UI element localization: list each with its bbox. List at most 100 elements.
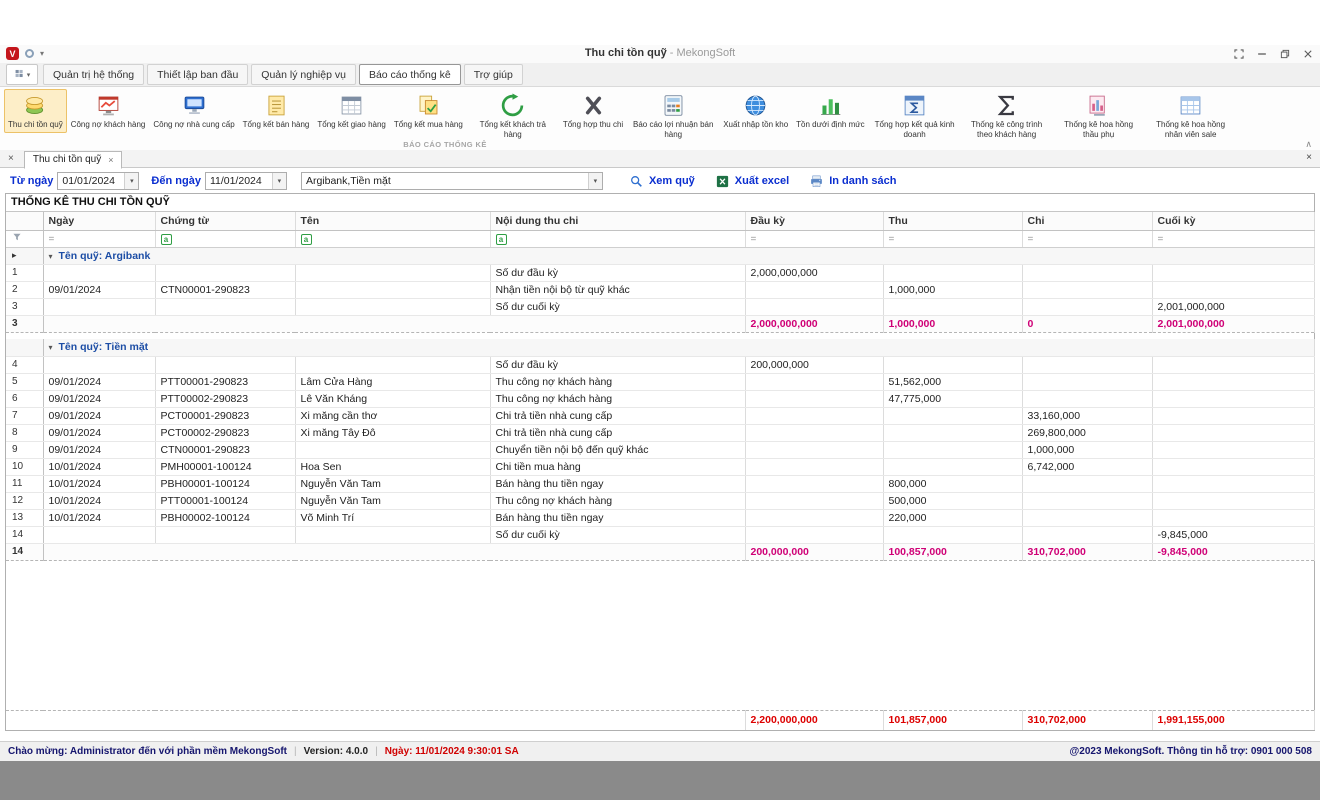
cell-chi[interactable]: 269,800,000 xyxy=(1022,424,1152,441)
cell-cuoiky[interactable]: -9,845,000 xyxy=(1152,526,1314,543)
ribbon-item-tong-ket-mua-hang[interactable]: Tổng kết mua hàng xyxy=(390,89,467,133)
tabbar-close-button[interactable]: × xyxy=(1306,153,1312,163)
ribbon-item-xuat-nhap-ton-kho[interactable]: Xuất nhập tồn kho xyxy=(719,89,792,133)
cell-ngay[interactable] xyxy=(43,264,155,281)
filter-cell-ngay[interactable]: = xyxy=(43,230,155,247)
cell-chungtu[interactable]: PMH00001-100124 xyxy=(155,458,295,475)
cell-dauky[interactable] xyxy=(745,281,883,298)
cell-thu[interactable]: 500,000 xyxy=(883,492,1022,509)
cell-ten[interactable] xyxy=(295,356,490,373)
cell-ngay[interactable]: 09/01/2024 xyxy=(43,407,155,424)
row-number[interactable]: 7 xyxy=(6,407,43,424)
fullscreen-button[interactable] xyxy=(1232,47,1246,61)
cell-dauky[interactable] xyxy=(745,390,883,407)
cell-dauky[interactable] xyxy=(745,424,883,441)
cell-ngay[interactable]: 09/01/2024 xyxy=(43,373,155,390)
ribbon-item-cong-no-nha-cung-cap[interactable]: Công nợ nhà cung cấp xyxy=(149,89,238,133)
row-number[interactable]: 11 xyxy=(6,475,43,492)
cell-cuoiky[interactable] xyxy=(1152,441,1314,458)
cell-dauky[interactable] xyxy=(745,441,883,458)
cell-ten[interactable]: Nguyễn Văn Tam xyxy=(295,475,490,492)
cell-ngay[interactable] xyxy=(43,298,155,315)
cell-chungtu[interactable]: PBH00001-100124 xyxy=(155,475,295,492)
filter-cell-dauky[interactable]: = xyxy=(745,230,883,247)
chevron-down-icon[interactable]: ▾ xyxy=(272,173,286,189)
filter-cell-cuoiky[interactable]: = xyxy=(1152,230,1314,247)
close-icon[interactable]: × xyxy=(108,155,113,165)
column-header-chungtu[interactable]: Chứng từ xyxy=(155,212,295,230)
cell-ten[interactable]: Nguyễn Văn Tam xyxy=(295,492,490,509)
close-button[interactable] xyxy=(1301,47,1315,61)
minimize-button[interactable] xyxy=(1255,47,1269,61)
cell-dauky[interactable]: 200,000,000 xyxy=(745,356,883,373)
ribbon-item-tong-ket-ban-hang[interactable]: Tổng kết bán hàng xyxy=(239,89,314,133)
row-number[interactable]: 9 xyxy=(6,441,43,458)
cell-dauky[interactable] xyxy=(745,458,883,475)
cell-thu[interactable] xyxy=(883,356,1022,373)
cell-chi[interactable] xyxy=(1022,492,1152,509)
cell-noidung[interactable]: Thu công nợ khách hàng xyxy=(490,492,745,509)
cell-chungtu[interactable] xyxy=(155,298,295,315)
cell-noidung[interactable]: Thu công nợ khách hàng xyxy=(490,390,745,407)
ribbon-item-thu-chi-ton-quy[interactable]: Thu chi tồn quỹ xyxy=(4,89,67,133)
column-header-cuoiky[interactable]: Cuối kỳ xyxy=(1152,212,1314,230)
cell-cuoiky[interactable] xyxy=(1152,373,1314,390)
cell-cuoiky[interactable] xyxy=(1152,509,1314,526)
cell-ten[interactable] xyxy=(295,298,490,315)
chevron-down-icon[interactable]: ▾ xyxy=(124,173,138,189)
ribbon-item-ton-duoi-dinh-muc[interactable]: Tồn dưới định mức xyxy=(792,89,868,133)
cell-noidung[interactable]: Bán hàng thu tiền ngay xyxy=(490,475,745,492)
cell-chungtu[interactable] xyxy=(155,356,295,373)
row-number[interactable]: 12 xyxy=(6,492,43,509)
cell-ngay[interactable]: 10/01/2024 xyxy=(43,492,155,509)
from-date-input[interactable]: 01/01/2024 ▾ xyxy=(57,172,139,190)
cell-ngay[interactable]: 09/01/2024 xyxy=(43,441,155,458)
cell-dauky[interactable] xyxy=(745,407,883,424)
cell-chungtu[interactable]: PTT00001-290823 xyxy=(155,373,295,390)
cell-ten[interactable] xyxy=(295,264,490,281)
doc-tab-thu-chi-ton-quy[interactable]: Thu chi tồn quỹ × xyxy=(24,151,123,169)
filter-cell-ten[interactable]: a xyxy=(295,230,490,247)
cell-ten[interactable]: Xi măng cần thơ xyxy=(295,407,490,424)
row-number[interactable]: 13 xyxy=(6,509,43,526)
cell-chi[interactable] xyxy=(1022,526,1152,543)
cell-cuoiky[interactable]: 2,001,000,000 xyxy=(1152,298,1314,315)
column-header-ngay[interactable]: Ngày xyxy=(43,212,155,230)
cell-chungtu[interactable]: PTT00001-100124 xyxy=(155,492,295,509)
cell-ngay[interactable]: 09/01/2024 xyxy=(43,424,155,441)
cell-chungtu[interactable]: CTN00001-290823 xyxy=(155,441,295,458)
ribbon-item-tong-ket-khach-tra-hang[interactable]: Tổng kết khách trả hàng xyxy=(467,89,559,142)
cell-thu[interactable] xyxy=(883,458,1022,475)
collapse-icon[interactable]: ▾ xyxy=(49,252,53,261)
cell-noidung[interactable]: Chi trả tiền nhà cung cấp xyxy=(490,424,745,441)
cell-chi[interactable]: 1,000,000 xyxy=(1022,441,1152,458)
cell-chi[interactable] xyxy=(1022,390,1152,407)
column-header-thu[interactable]: Thu xyxy=(883,212,1022,230)
cell-cuoiky[interactable] xyxy=(1152,424,1314,441)
group-row[interactable]: ▸▾Tên quỹ: Argibank xyxy=(6,247,1314,264)
menu-launcher-button[interactable]: ▾ xyxy=(6,64,38,85)
cell-dauky[interactable] xyxy=(745,526,883,543)
column-header-dauky[interactable]: Đầu kỳ xyxy=(745,212,883,230)
fund-select[interactable]: Argibank,Tiền mặt ▾ xyxy=(301,172,603,190)
cell-dauky[interactable] xyxy=(745,373,883,390)
ribbon-item-thong-ke-cong-trinh-theo-khach-hang[interactable]: Thống kê công trình theo khách hàng xyxy=(961,89,1053,142)
cell-thu[interactable] xyxy=(883,424,1022,441)
cell-dauky[interactable] xyxy=(745,298,883,315)
cell-ten[interactable]: Lâm Cửa Hàng xyxy=(295,373,490,390)
cell-cuoiky[interactable] xyxy=(1152,492,1314,509)
cell-chungtu[interactable]: PBH00002-100124 xyxy=(155,509,295,526)
cell-dauky[interactable] xyxy=(745,492,883,509)
cell-chi[interactable] xyxy=(1022,509,1152,526)
cell-chungtu[interactable]: PCT00002-290823 xyxy=(155,424,295,441)
cell-thu[interactable] xyxy=(883,264,1022,281)
cell-ten[interactable]: Xi măng Tây Đô xyxy=(295,424,490,441)
cell-chi[interactable] xyxy=(1022,373,1152,390)
ribbon-item-thong-ke-hoa-hong-nhan-vien-sale[interactable]: Thống kê hoa hồng nhân viên sale xyxy=(1145,89,1237,142)
chevron-down-icon[interactable]: ▾ xyxy=(588,173,602,189)
xem-quy-button[interactable]: Xem quỹ xyxy=(629,174,695,189)
restore-button[interactable] xyxy=(1278,47,1292,61)
cell-thu[interactable]: 47,775,000 xyxy=(883,390,1022,407)
cell-chi[interactable] xyxy=(1022,281,1152,298)
cell-cuoiky[interactable] xyxy=(1152,407,1314,424)
